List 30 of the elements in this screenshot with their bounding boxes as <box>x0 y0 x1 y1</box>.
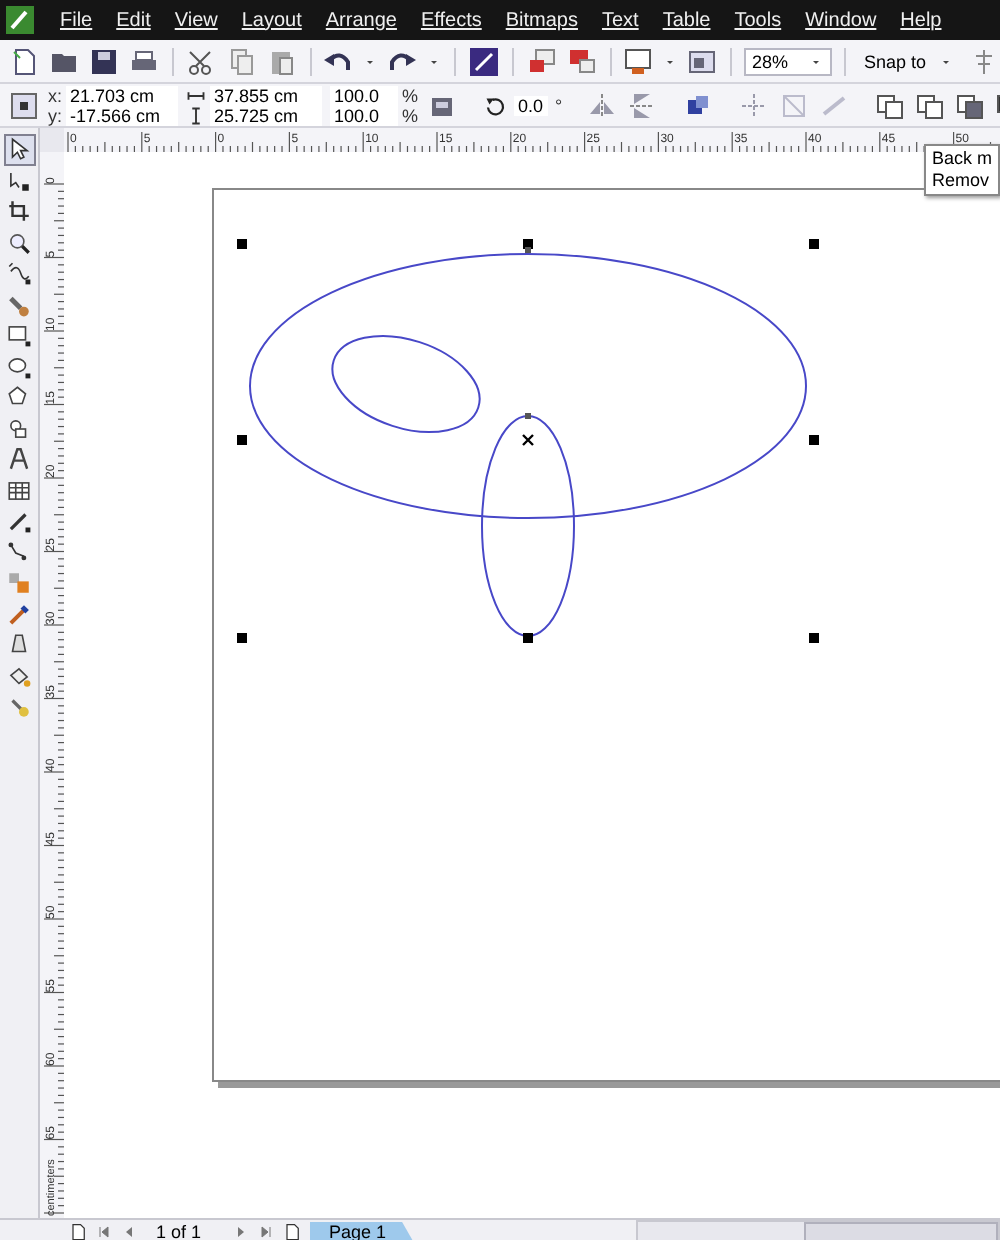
degree-label: ° <box>555 95 563 115</box>
tooltip-line: Back m <box>931 148 992 170</box>
tooltip-line: Remov <box>931 170 991 192</box>
menu-item[interactable]: Table <box>650 9 723 31</box>
menu-item[interactable]: Arrange <box>313 9 409 31</box>
menu-item[interactable]: File <box>48 9 105 31</box>
page-count: 1 of 1 <box>156 1222 202 1240</box>
x-field[interactable]: 21.703 cm <box>66 85 179 105</box>
zoom-dropdown[interactable]: 28% <box>743 47 833 75</box>
menu-item[interactable]: Bitmaps <box>493 9 590 31</box>
height-field[interactable]: 25.725 cm <box>210 105 323 125</box>
width-field[interactable]: 37.855 cm <box>210 85 323 105</box>
scale-y-field[interactable]: 100.0 <box>330 105 399 125</box>
percent-label: % <box>402 105 419 125</box>
rotation-field[interactable]: 0.0 <box>514 95 548 115</box>
menu-item[interactable]: Text <box>589 9 651 31</box>
percent-label: % <box>402 85 419 105</box>
menu-item[interactable]: Help <box>888 9 954 31</box>
menu-item[interactable]: Effects <box>408 9 494 31</box>
scale-x-field[interactable]: 100.0 <box>330 85 399 105</box>
menu-item[interactable]: Window <box>793 9 889 31</box>
x-label: x: <box>48 85 63 105</box>
menu-item[interactable]: View <box>162 9 230 31</box>
page-tab[interactable]: Page 1 <box>309 1221 415 1240</box>
menu-item[interactable]: Tools <box>722 9 794 31</box>
menu-item[interactable]: Edit <box>104 9 163 31</box>
y-label: y: <box>48 105 63 125</box>
snap-dropdown[interactable]: Snap to <box>858 45 961 77</box>
y-field[interactable]: -17.566 cm <box>66 105 179 125</box>
menu-item[interactable]: Layout <box>229 9 314 31</box>
